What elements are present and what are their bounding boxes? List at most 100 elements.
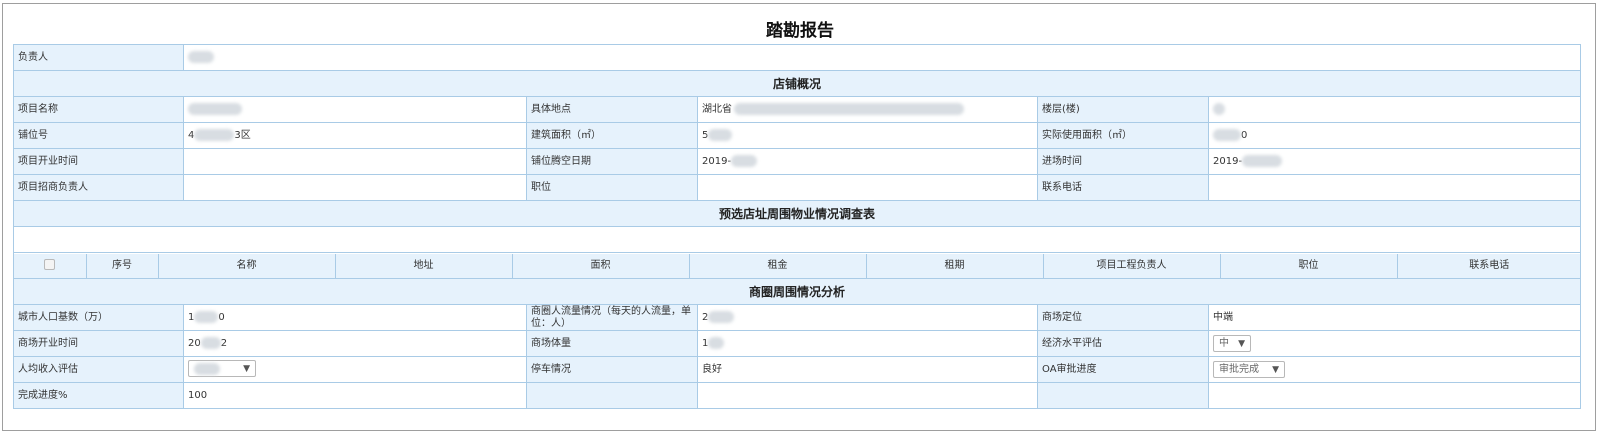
- column-header-rent: 租金: [688, 253, 867, 278]
- empty-value-cell: [1208, 382, 1581, 409]
- shop-no-value[interactable]: 4 3区: [183, 122, 527, 149]
- redacted-floor: [1213, 103, 1225, 115]
- build-area-value[interactable]: 5: [697, 122, 1038, 149]
- vacate-date-text: 2019-: [702, 156, 732, 167]
- column-header-engineer: 项目工程负责人: [1042, 253, 1221, 278]
- redacted-mall-open: [200, 337, 221, 349]
- floor-value[interactable]: [1208, 96, 1581, 123]
- entry-time-label: 进场时间: [1037, 148, 1209, 175]
- store-row: 铺位号 4 3区 建筑面积（㎡） 5 实际使用面积（㎡） 0: [13, 122, 1581, 149]
- redacted-project-name: [188, 103, 242, 115]
- redacted-population: [194, 311, 219, 323]
- redacted-vacate-date: [731, 155, 758, 167]
- empty-label-cell: [526, 382, 698, 409]
- economy-selected: 中: [1219, 337, 1229, 349]
- economy-select[interactable]: 中 ▼: [1213, 335, 1251, 352]
- flow-value[interactable]: 2: [697, 304, 1038, 331]
- build-area-label: 建筑面积（㎡）: [526, 122, 698, 149]
- location-text: 湖北省: [702, 104, 732, 115]
- checkbox-icon[interactable]: [44, 259, 56, 271]
- parking-label: 停车情况: [526, 356, 698, 383]
- redacted-shop-no: [194, 129, 235, 141]
- position-value[interactable]: [697, 174, 1038, 201]
- column-header-phone: 联系电话: [1396, 253, 1580, 278]
- column-header-index: 序号: [85, 253, 159, 278]
- mall-open-value[interactable]: 20 2: [183, 330, 527, 357]
- survey-empty-row: [13, 226, 1581, 253]
- mall-volume-value[interactable]: 1: [697, 330, 1038, 357]
- income-cell: ▼: [183, 356, 527, 383]
- chevron-down-icon: ▼: [243, 363, 250, 374]
- column-header-name: 名称: [157, 253, 336, 278]
- oa-progress-label: OA审批进度: [1037, 356, 1209, 383]
- column-header-term: 租期: [865, 253, 1044, 278]
- positioning-value[interactable]: 中端: [1208, 304, 1581, 331]
- oa-progress-cell: 审批完成 ▼: [1208, 356, 1581, 383]
- redacted-entry-time: [1242, 155, 1283, 167]
- mall-open-suffix: 2: [220, 338, 228, 349]
- leasing-owner-label: 项目招商负责人: [13, 174, 184, 201]
- project-name-value[interactable]: [183, 96, 527, 123]
- vacate-date-label: 铺位腾空日期: [526, 148, 698, 175]
- economy-cell: 中 ▼: [1208, 330, 1581, 357]
- analysis-row: 人均收入评估 ▼ 停车情况 良好 OA审批进度 审批完成 ▼: [13, 356, 1581, 383]
- shop-no-suffix: 3区: [234, 130, 251, 141]
- column-header-address: 地址: [334, 253, 513, 278]
- oa-progress-selected: 审批完成: [1219, 363, 1259, 375]
- used-area-text: 0: [1241, 130, 1248, 141]
- store-row: 项目名称 具体地点 湖北省 楼层(楼): [13, 96, 1581, 123]
- completion-value[interactable]: 100: [183, 382, 527, 409]
- position-label: 职位: [526, 174, 698, 201]
- phone-value[interactable]: [1208, 174, 1581, 201]
- select-all-checkbox[interactable]: [14, 253, 87, 278]
- floor-label: 楼层(楼): [1037, 96, 1209, 123]
- store-row: 项目招商负责人 职位 联系电话: [13, 174, 1581, 201]
- owner-label: 负责人: [13, 44, 184, 71]
- analysis-row: 完成进度% 100: [13, 382, 1581, 409]
- redacted-location: [734, 103, 964, 115]
- survey-header-row: 序号 名称 地址 面积 租金 租期 项目工程负责人 职位 联系电话: [13, 252, 1581, 279]
- population-suffix: 0: [218, 312, 225, 323]
- oa-progress-select[interactable]: 审批完成 ▼: [1213, 361, 1285, 378]
- column-header-position: 职位: [1219, 253, 1398, 278]
- used-area-label: 实际使用面积（㎡）: [1037, 122, 1209, 149]
- entry-time-value[interactable]: 2019-: [1208, 148, 1581, 175]
- analysis-section-title: 商圈周围情况分析: [13, 278, 1581, 305]
- empty-label-cell: [1037, 382, 1209, 409]
- location-value[interactable]: 湖北省: [697, 96, 1038, 123]
- mall-open-prefix: 20: [188, 338, 201, 349]
- income-label: 人均收入评估: [13, 356, 184, 383]
- report-table: 负责人 店铺概况 项目名称 具体地点 湖北省 楼层(楼) 铺位号 4 3区 建筑面…: [13, 44, 1581, 409]
- population-value[interactable]: 10: [183, 304, 527, 331]
- redacted-build-area: [708, 129, 733, 141]
- column-header-area: 面积: [511, 253, 690, 278]
- redacted-income: [194, 362, 220, 375]
- redacted-used-area: [1213, 129, 1241, 141]
- mall-open-label: 商场开业时间: [13, 330, 184, 357]
- shop-no-label: 铺位号: [13, 122, 184, 149]
- economy-label: 经济水平评估: [1037, 330, 1209, 357]
- page-title: 踏勘报告: [766, 21, 834, 41]
- leasing-owner-value[interactable]: [183, 174, 527, 201]
- store-section-title: 店铺概况: [13, 70, 1581, 97]
- income-select[interactable]: ▼: [188, 360, 256, 378]
- redacted-mall-volume: [708, 337, 725, 349]
- vacate-date-value[interactable]: 2019-: [697, 148, 1038, 175]
- parking-value[interactable]: 良好: [697, 356, 1038, 383]
- owner-row: 负责人: [13, 44, 1581, 71]
- analysis-row: 城市人口基数（万） 10 商圈人流量情况（每天的人流量，单位：人） 2 商场定位…: [13, 304, 1581, 331]
- location-label: 具体地点: [526, 96, 698, 123]
- owner-value[interactable]: [183, 44, 1581, 71]
- open-time-value[interactable]: [183, 148, 527, 175]
- phone-label: 联系电话: [1037, 174, 1209, 201]
- used-area-value[interactable]: 0: [1208, 122, 1581, 149]
- entry-time-text: 2019-: [1213, 156, 1243, 167]
- chevron-down-icon: ▼: [1272, 364, 1279, 375]
- redacted-owner: [188, 51, 214, 63]
- redacted-flow: [708, 311, 735, 323]
- completion-label: 完成进度%: [13, 382, 184, 409]
- project-name-label: 项目名称: [13, 96, 184, 123]
- population-label: 城市人口基数（万）: [13, 304, 184, 331]
- mall-volume-label: 商场体量: [526, 330, 698, 357]
- chevron-down-icon: ▼: [1238, 338, 1245, 349]
